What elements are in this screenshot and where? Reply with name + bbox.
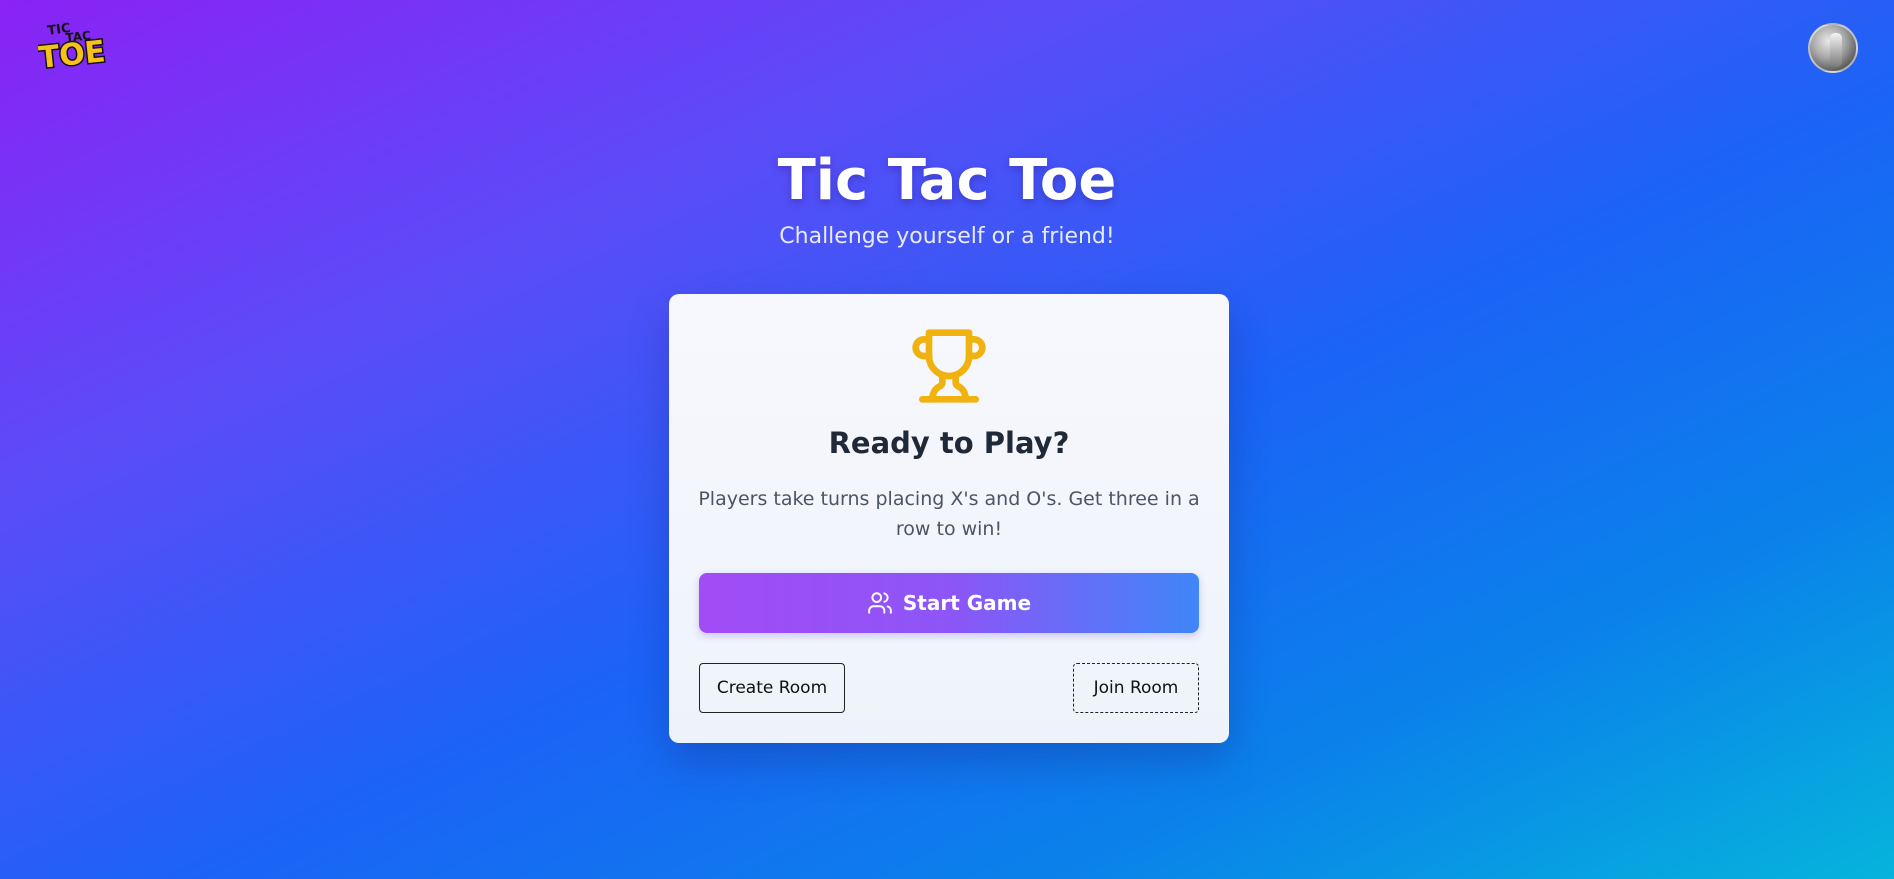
app-logo[interactable]: TIC TAC TOE (36, 20, 118, 78)
user-avatar[interactable] (1808, 23, 1858, 73)
logo-toe: TOE (38, 34, 107, 76)
avatar-figure (1830, 33, 1842, 67)
users-icon (867, 590, 893, 616)
card-heading: Ready to Play? (828, 426, 1070, 460)
card-description: Players take turns placing X's and O's. … (698, 488, 1200, 540)
start-game-label: Start Game (902, 591, 1032, 615)
trophy-icon (909, 326, 989, 406)
join-room-button[interactable]: Join Room (1073, 663, 1199, 713)
game-card: Ready to Play? Players take turns placin… (669, 294, 1229, 743)
page-title: Tic Tac Toe (777, 148, 1117, 213)
page-subtitle: Challenge yourself or a friend! (779, 224, 1115, 249)
create-room-button[interactable]: Create Room (699, 663, 845, 713)
start-game-button[interactable]: Start Game (699, 573, 1199, 633)
